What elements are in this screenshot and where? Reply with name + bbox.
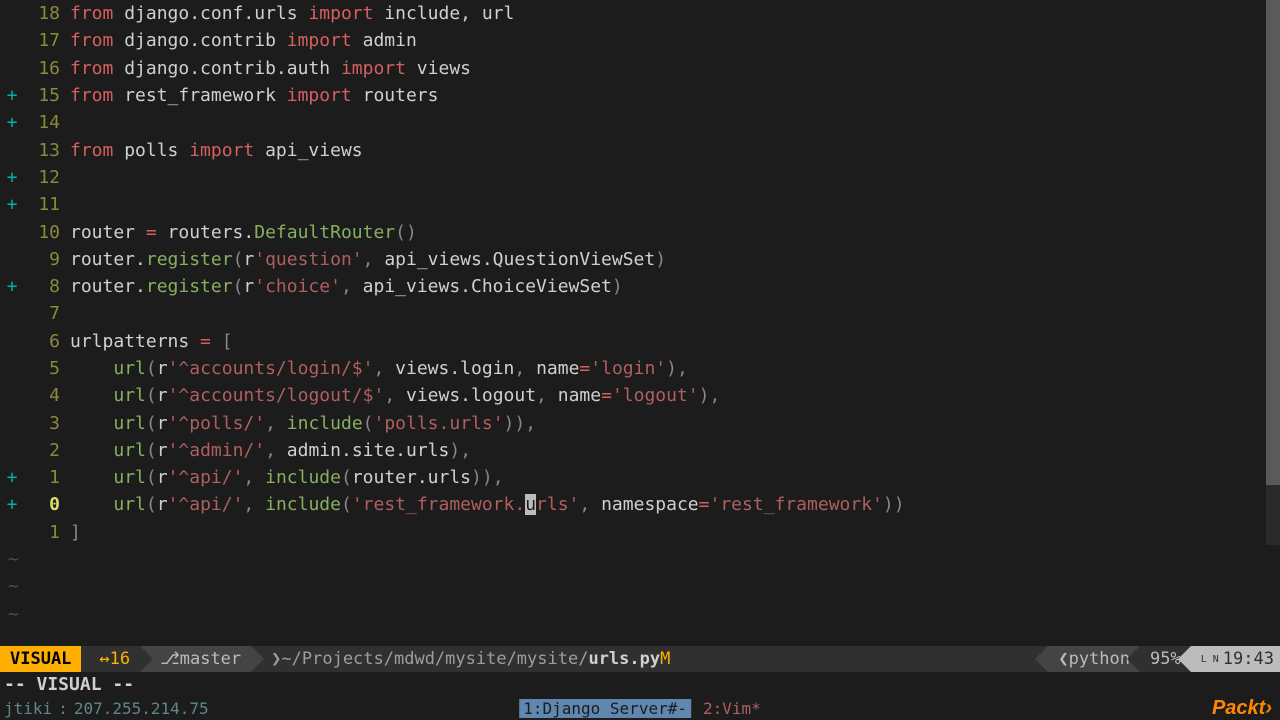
line-number: 1 — [24, 467, 70, 488]
code-line[interactable]: +15from rest_framework import routers — [0, 82, 1280, 109]
command-line[interactable]: -- VISUAL -- — [0, 672, 1280, 696]
code-line[interactable]: +11 — [0, 191, 1280, 218]
code-area[interactable]: 18from django.conf.urls import include, … — [0, 0, 1280, 646]
code-line[interactable]: +0 url(r'^api/', include('rest_framework… — [0, 491, 1280, 518]
code-line[interactable]: 18from django.conf.urls import include, … — [0, 0, 1280, 27]
tmux-session: jtiki — [4, 699, 52, 718]
code-content[interactable]: ] — [70, 522, 1280, 543]
line-number: 13 — [24, 140, 70, 161]
line-number: 4 — [24, 385, 70, 406]
code-content[interactable]: urlpatterns = [ — [70, 331, 1280, 352]
git-gutter-sign: + — [0, 276, 24, 297]
line-number: 11 — [24, 194, 70, 215]
code-line[interactable]: 3 url(r'^polls/', include('polls.urls'))… — [0, 409, 1280, 436]
code-content[interactable]: from django.contrib import admin — [70, 30, 1280, 51]
scrollbar-thumb[interactable] — [1266, 0, 1280, 485]
line-number: 5 — [24, 358, 70, 379]
code-line[interactable]: 1] — [0, 519, 1280, 546]
code-content[interactable]: from rest_framework import routers — [70, 85, 1280, 106]
line-number: 12 — [24, 167, 70, 188]
git-gutter-sign: + — [0, 467, 24, 488]
code-line[interactable]: +1 url(r'^api/', include(router.urls)), — [0, 464, 1280, 491]
tmux-host: 207.255.214.75 — [74, 699, 209, 718]
code-content[interactable]: url(r'^admin/', admin.site.urls), — [70, 440, 1280, 461]
code-content[interactable]: router.register(r'question', api_views.Q… — [70, 249, 1280, 270]
code-content[interactable]: router.register(r'choice', api_views.Cho… — [70, 276, 1280, 297]
statusline: VISUAL ↔16 ⎇ master ❯ ~/Projects/mdwd/my… — [0, 646, 1280, 672]
line-number: 9 — [24, 249, 70, 270]
line-number: 1 — [24, 522, 70, 543]
code-content[interactable]: url(r'^accounts/logout/$', views.logout,… — [70, 385, 1280, 406]
git-gutter-sign: + — [0, 85, 24, 106]
line-number: 10 — [24, 222, 70, 243]
git-gutter-sign: + — [0, 112, 24, 133]
tmux-window-active[interactable]: 1:Django Server#- — [519, 699, 691, 718]
line-number: 7 — [24, 303, 70, 324]
packt-logo: Packt› — [1212, 697, 1272, 720]
line-number: 0 — [24, 494, 70, 515]
visual-line-count: ↔16 — [81, 646, 140, 672]
empty-line: ~ — [0, 573, 1280, 600]
file-path: ❯ ~/Projects/mdwd/mysite/mysite/urls.py … — [251, 646, 1048, 672]
code-content[interactable]: url(r'^accounts/login/$', views.login, n… — [70, 358, 1280, 379]
branch-icon: ⎇ — [160, 649, 180, 669]
git-gutter-sign: + — [0, 494, 24, 515]
code-line[interactable]: 2 url(r'^admin/', admin.site.urls), — [0, 437, 1280, 464]
empty-line: ~ — [0, 601, 1280, 628]
code-content[interactable]: from django.conf.urls import include, ur… — [70, 3, 1280, 24]
mode-indicator: VISUAL — [0, 646, 81, 672]
git-gutter-sign: + — [0, 194, 24, 215]
code-line[interactable]: 5 url(r'^accounts/login/$', views.login,… — [0, 355, 1280, 382]
empty-line: ~ — [0, 546, 1280, 573]
code-content[interactable]: from polls import api_views — [70, 140, 1280, 161]
code-line[interactable]: +14 — [0, 109, 1280, 136]
code-line[interactable]: 10router = routers.DefaultRouter() — [0, 218, 1280, 245]
code-content[interactable]: url(r'^api/', include(router.urls)), — [70, 467, 1280, 488]
line-number: 2 — [24, 440, 70, 461]
line-number: 16 — [24, 58, 70, 79]
git-gutter-sign: + — [0, 167, 24, 188]
vim-editor: 18from django.conf.urls import include, … — [0, 0, 1280, 720]
line-number: 17 — [24, 30, 70, 51]
code-content[interactable]: from django.contrib.auth import views — [70, 58, 1280, 79]
line-number: 14 — [24, 112, 70, 133]
tmux-window[interactable]: 2:Vim* — [703, 699, 761, 718]
code-line[interactable]: +8router.register(r'choice', api_views.C… — [0, 273, 1280, 300]
line-number: 6 — [24, 331, 70, 352]
code-content[interactable]: router = routers.DefaultRouter() — [70, 222, 1280, 243]
line-number: 18 — [24, 3, 70, 24]
git-branch: ⎇ master — [140, 646, 251, 672]
code-content[interactable]: url(r'^polls/', include('polls.urls')), — [70, 413, 1280, 434]
line-number: 15 — [24, 85, 70, 106]
code-line[interactable]: 6urlpatterns = [ — [0, 328, 1280, 355]
code-line[interactable]: 9router.register(r'question', api_views.… — [0, 246, 1280, 273]
code-line[interactable]: 16from django.contrib.auth import views — [0, 55, 1280, 82]
tmux-statusbar: jtiki : 207.255.214.75 1:Django Server#-… — [0, 696, 1280, 720]
modified-flag: M — [660, 649, 670, 669]
code-line[interactable]: 13from polls import api_views — [0, 136, 1280, 163]
line-number: 3 — [24, 413, 70, 434]
code-content[interactable]: url(r'^api/', include('rest_framework.ur… — [70, 494, 1280, 515]
code-line[interactable]: 7 — [0, 300, 1280, 327]
code-line[interactable]: 17from django.contrib import admin — [0, 27, 1280, 54]
line-number: 8 — [24, 276, 70, 297]
cursor-position: L N 19:43 — [1191, 646, 1280, 672]
chevron-left-icon: ❮ — [1058, 649, 1068, 669]
code-line[interactable]: +12 — [0, 164, 1280, 191]
code-line[interactable]: 4 url(r'^accounts/logout/$', views.logou… — [0, 382, 1280, 409]
